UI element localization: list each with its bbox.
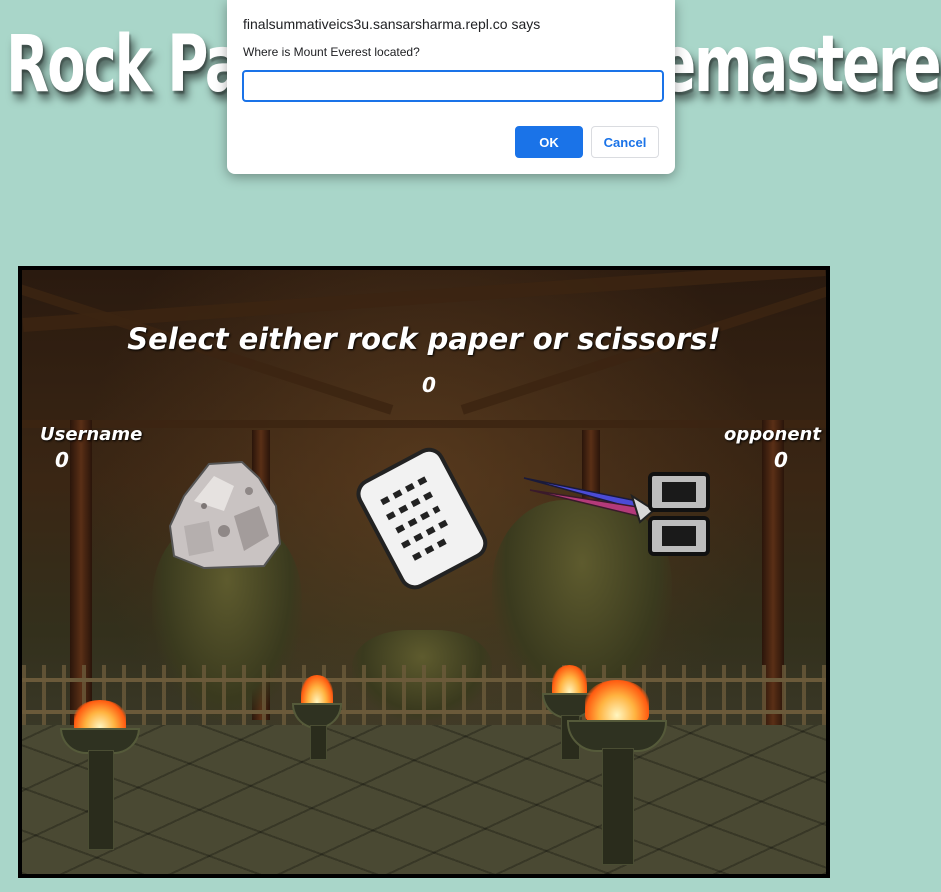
round-score: 0 [422,373,436,397]
scissors-button[interactable] [522,466,714,562]
prompt-dialog: finalsummativeics3u.sansarsharma.repl.co… [227,0,675,174]
paper-button[interactable] [342,446,500,592]
ok-button[interactable]: OK [515,126,583,158]
opponent-score: 0 [774,448,788,472]
fence [22,665,826,725]
brazier-fire-icon [567,680,667,865]
rock-button[interactable] [164,456,286,572]
brazier-fire-icon [60,700,140,850]
dialog-origin: finalsummativeics3u.sansarsharma.repl.co… [243,16,541,32]
scissors-icon [523,472,710,556]
stone-floor [22,725,826,874]
player-label: Username [40,424,143,445]
fence-rail [22,678,826,682]
brazier-fire-icon [292,675,342,760]
dialog-message: Where is Mount Everest located? [243,45,420,59]
paper-icon [356,447,488,590]
answer-input[interactable] [242,70,664,102]
player-score: 0 [55,448,69,472]
fence-rail [22,710,826,714]
game-prompt: Select either rock paper or scissors! [127,322,721,356]
rock-icon [168,460,282,570]
roof-beam [22,420,826,428]
game-board: Select either rock paper or scissors! 0 … [18,266,830,878]
cancel-button[interactable]: Cancel [591,126,659,158]
opponent-label: opponent [724,424,821,445]
